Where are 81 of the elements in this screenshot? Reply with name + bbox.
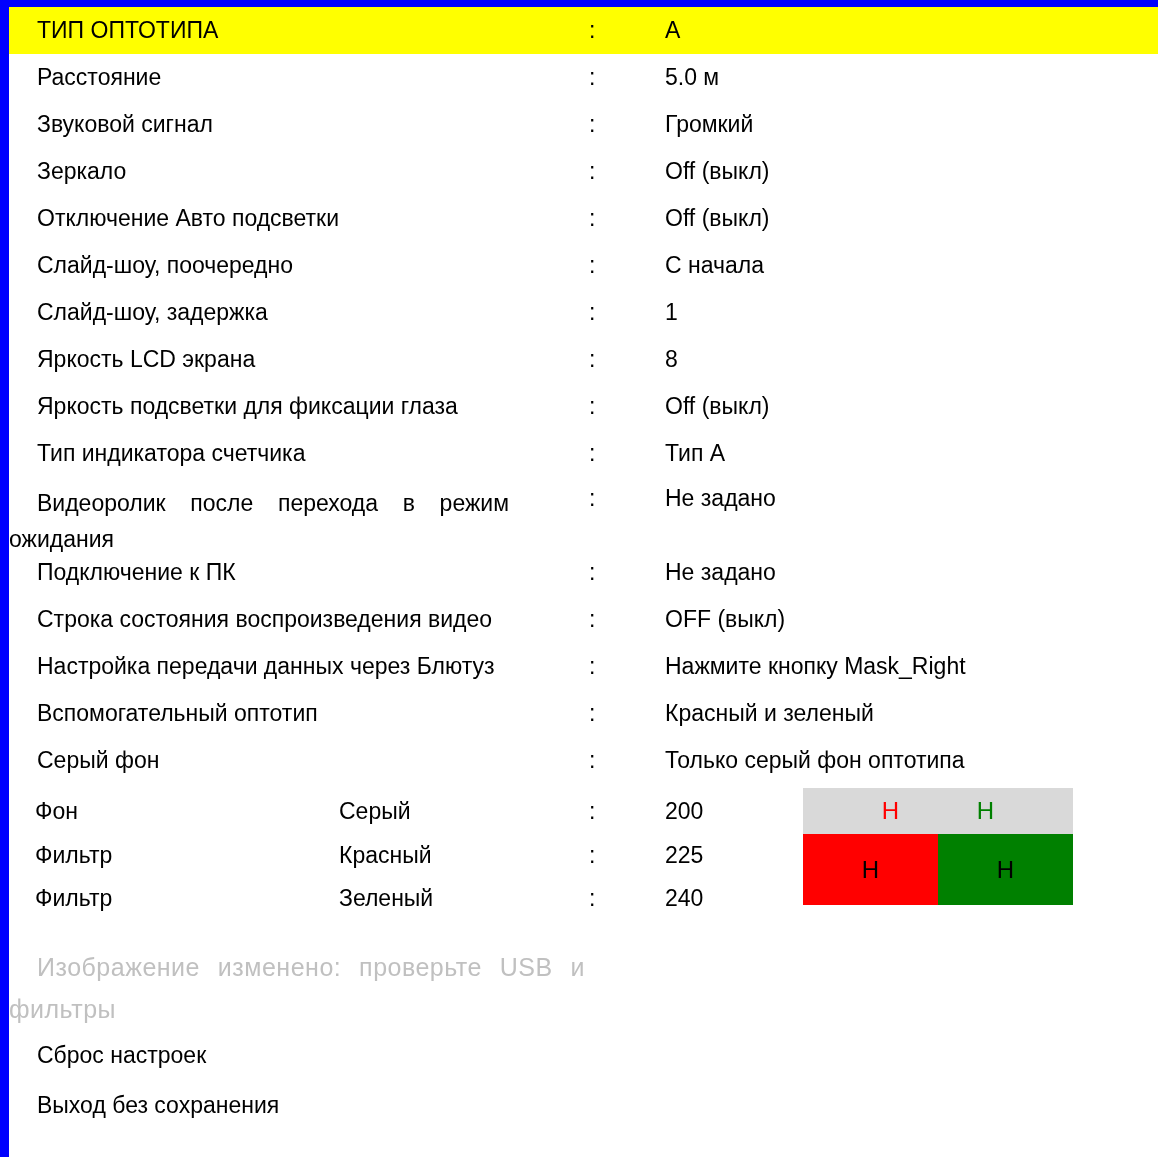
setting-value: 1 bbox=[665, 299, 679, 326]
setting-value: Нажмите кнопку Mask_Right bbox=[665, 653, 967, 680]
separator: : bbox=[588, 606, 597, 633]
optotype-letter: Н bbox=[881, 797, 900, 825]
setting-label: Отключение Авто подсветки bbox=[36, 205, 341, 232]
setting-label: Звуковой сигнал bbox=[36, 111, 214, 138]
setting-label: Вспомогательный оптотип bbox=[36, 700, 319, 727]
menu-item[interactable]: Серый фон : Только серый фон оптотипа bbox=[9, 737, 1158, 784]
menu-item[interactable]: Звуковой сигнал : Громкий bbox=[9, 101, 1158, 148]
separator: : bbox=[588, 559, 597, 586]
menu-item[interactable]: Расстояние : 5.0 м bbox=[9, 54, 1158, 101]
setting-value: 8 bbox=[665, 346, 679, 373]
separator: : bbox=[588, 653, 597, 680]
separator: : bbox=[588, 440, 597, 467]
separator: : bbox=[588, 798, 597, 825]
setting-value: A bbox=[665, 17, 682, 44]
color-value: 225 bbox=[665, 841, 705, 869]
setting-label: Яркость LCD экрана bbox=[36, 346, 257, 373]
menu-item[interactable]: Отключение Авто подсветки : Off (выкл) bbox=[9, 195, 1158, 242]
setting-value: Off (выкл) bbox=[665, 158, 771, 185]
setting-value: Тип A bbox=[665, 440, 727, 467]
setting-value: Off (выкл) bbox=[665, 205, 771, 232]
setting-value: Не задано bbox=[665, 485, 777, 512]
channel-label: Серый bbox=[339, 798, 412, 825]
setting-label: Серый фон bbox=[36, 747, 161, 774]
channel-label: Зеленый bbox=[339, 885, 435, 912]
optotype-letter: Н bbox=[976, 797, 995, 825]
setting-value: OFF (выкл) bbox=[665, 606, 787, 633]
separator: : bbox=[588, 64, 597, 91]
notice-text: Изображение изменено: проверьте USB и фильтры bbox=[9, 952, 585, 1025]
separator: : bbox=[588, 205, 597, 232]
setting-label: Видеоролик после перехода в режим ожидания bbox=[9, 489, 509, 554]
separator: : bbox=[588, 747, 597, 774]
menu-item[interactable]: Яркость подсветки для фиксации глаза : Off (выкл) bbox=[9, 383, 1158, 430]
color-value: 240 bbox=[665, 885, 705, 912]
separator: : bbox=[588, 346, 597, 373]
setting-value: 5.0 м bbox=[665, 64, 721, 91]
setting-label: Тип индикатора счетчика bbox=[36, 440, 307, 467]
separator: : bbox=[588, 393, 597, 420]
separator: : bbox=[588, 111, 597, 138]
setting-label: Подключение к ПК bbox=[36, 559, 237, 586]
separator: : bbox=[588, 299, 597, 326]
setting-label: Яркость подсветки для фиксации глаза bbox=[36, 393, 459, 420]
setting-label: ТИП ОПТОТИПА bbox=[36, 17, 220, 44]
setting-value: Только серый фон оптотипа bbox=[665, 747, 966, 774]
color-label: Фильтр bbox=[34, 841, 114, 869]
menu-item[interactable]: Выход без сохранения bbox=[9, 1080, 1158, 1130]
separator: : bbox=[588, 252, 597, 279]
channel-label: Красный bbox=[339, 841, 433, 869]
separator: : bbox=[588, 17, 597, 44]
setting-label: Зеркало bbox=[36, 158, 128, 185]
menu-item[interactable]: Слайд-шоу, поочередно : С начала bbox=[9, 242, 1158, 289]
separator: : bbox=[588, 885, 597, 912]
setting-value: Громкий bbox=[665, 111, 755, 138]
separator: : bbox=[588, 700, 597, 727]
menu-item[interactable]: Тип индикатора счетчика : Тип A bbox=[9, 430, 1158, 477]
setting-label: Настройка передачи данных через Блютуз bbox=[36, 653, 496, 680]
menu-item[interactable]: Слайд-шоу, задержка : 1 bbox=[9, 289, 1158, 336]
setting-label: Строка состояния воспроизведения видео bbox=[36, 606, 494, 633]
menu-item[interactable]: ТИП ОПТОТИПА : A bbox=[9, 7, 1158, 54]
menu-item[interactable]: Строка состояния воспроизведения видео : OFF (выкл) bbox=[9, 596, 1158, 643]
setting-value: С начала bbox=[665, 252, 765, 279]
filter-swatch: Н bbox=[938, 834, 1073, 905]
menu-item[interactable]: Зеркало : Off (выкл) bbox=[9, 148, 1158, 195]
separator: : bbox=[588, 485, 597, 512]
filter-swatch: Н bbox=[803, 834, 938, 905]
menu-item[interactable]: Вспомогательный оптотип : Красный и зеленый bbox=[9, 690, 1158, 737]
menu-item[interactable]: Яркость LCD экрана : 8 bbox=[9, 336, 1158, 383]
setting-value: Off (выкл) bbox=[665, 393, 771, 420]
menu-item[interactable]: Настройка передачи данных через Блютуз : Нажмите кнопку Mask_Right bbox=[9, 643, 1158, 690]
menu-item[interactable]: Сброс настроек bbox=[9, 1030, 1158, 1080]
separator: : bbox=[588, 158, 597, 185]
color-value: 200 bbox=[665, 798, 705, 825]
setting-label: Слайд-шоу, поочередно bbox=[36, 252, 294, 279]
separator: : bbox=[588, 841, 597, 869]
color-label: Фильтр bbox=[34, 885, 114, 912]
setting-value: Красный и зеленый bbox=[665, 700, 875, 727]
setting-value: Не задано bbox=[665, 559, 777, 586]
setting-label: Слайд-шоу, задержка bbox=[36, 299, 269, 326]
setting-label: Расстояние bbox=[36, 64, 163, 91]
color-label: Фон bbox=[34, 798, 79, 825]
